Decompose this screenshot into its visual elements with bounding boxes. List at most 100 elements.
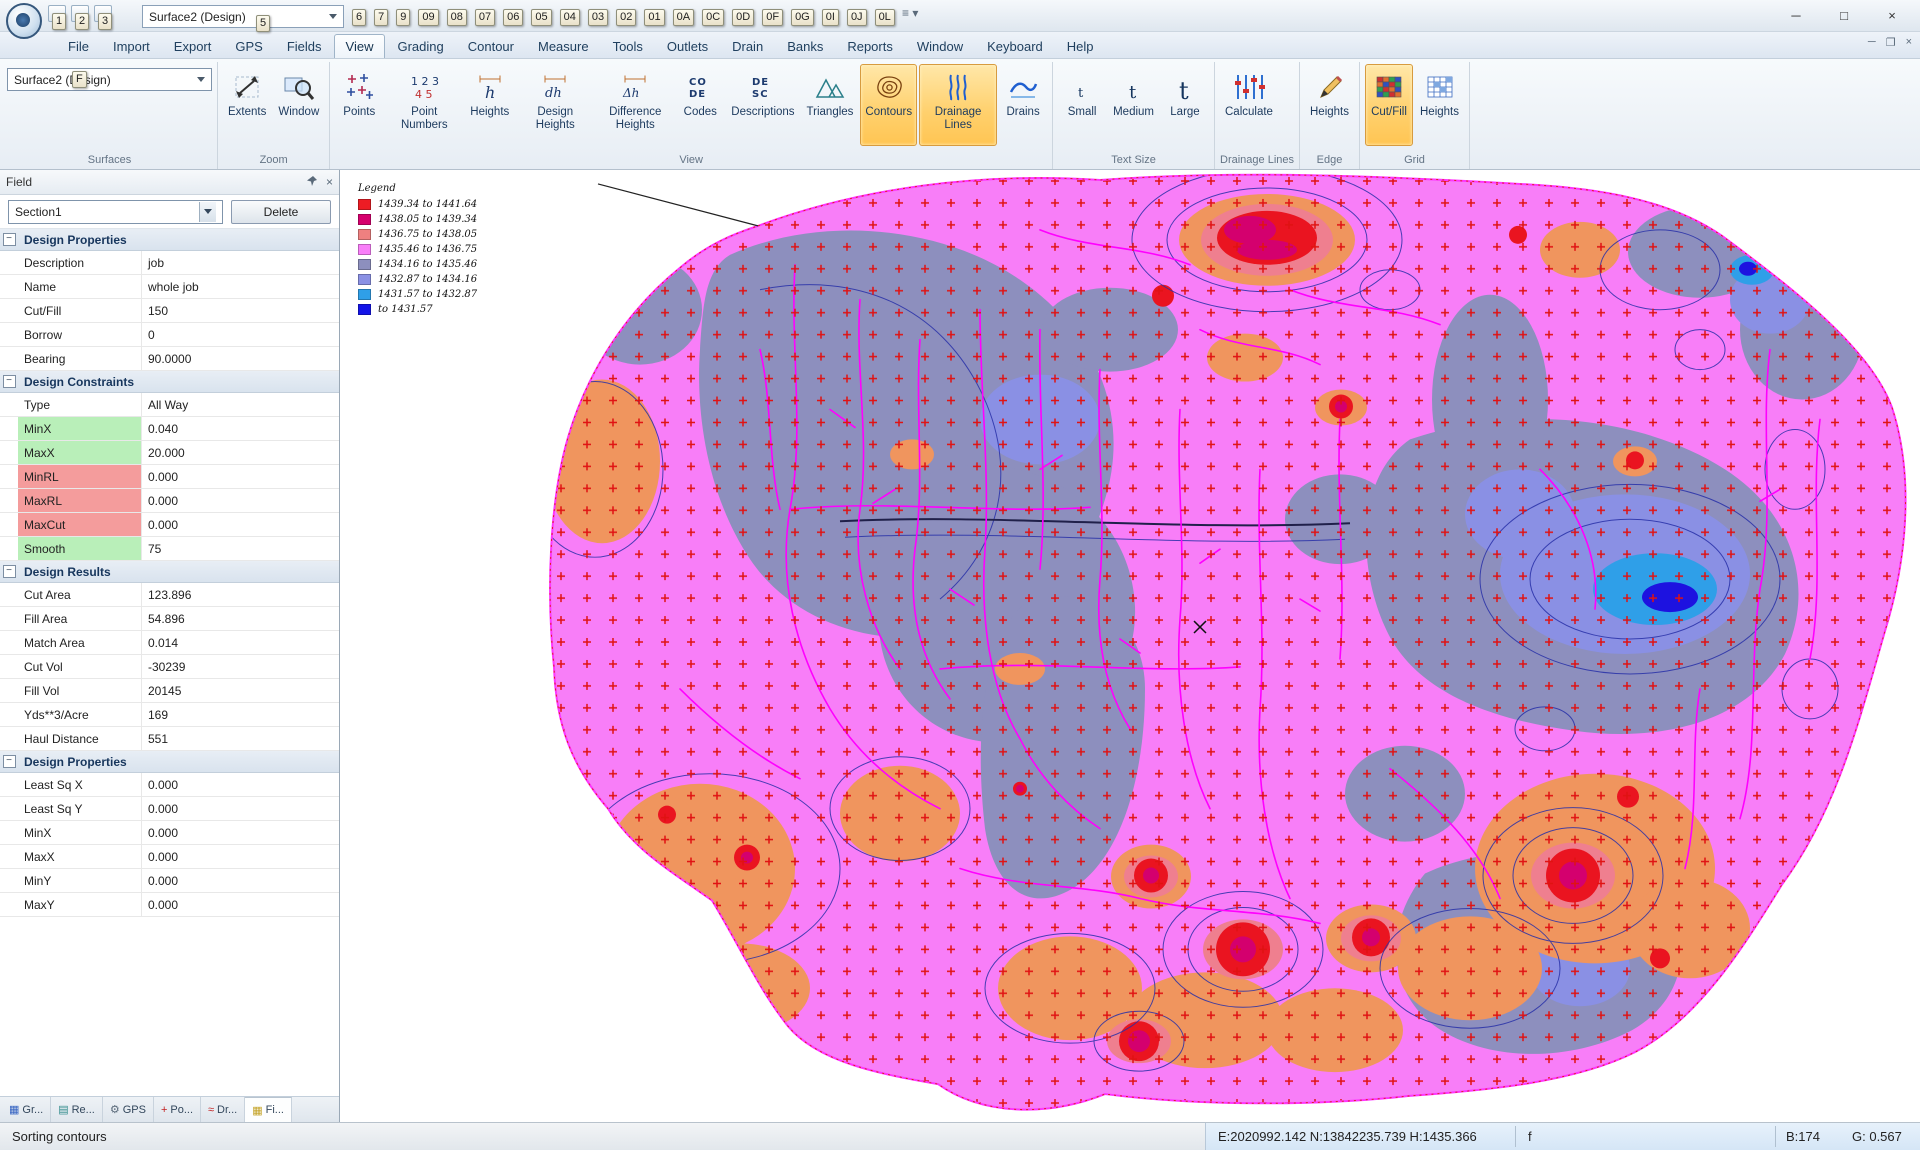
panel-tab[interactable]: ▦ Gr... <box>2 1097 52 1122</box>
menu-tab[interactable]: Contour <box>456 34 526 58</box>
property-value[interactable]: 90.0000 <box>142 352 339 366</box>
descriptions-button[interactable]: DE SC Descriptions <box>726 64 799 146</box>
menu-tab[interactable]: Window <box>905 34 975 58</box>
table-row[interactable]: Cut Area 123.896 <box>0 583 339 607</box>
table-row[interactable]: MinX 0.000 <box>0 821 339 845</box>
property-value[interactable]: job <box>142 256 339 270</box>
property-value[interactable]: 150 <box>142 304 339 318</box>
table-row[interactable]: Fill Vol 20145 <box>0 679 339 703</box>
delete-button[interactable]: Delete <box>231 199 331 224</box>
table-row[interactable]: Name whole job <box>0 275 339 299</box>
property-value[interactable]: 0.000 <box>142 874 339 888</box>
table-row[interactable]: MaxY 0.000 <box>0 893 339 917</box>
table-row[interactable]: Design Results <box>0 561 339 583</box>
menu-tab[interactable]: Tools <box>601 34 655 58</box>
menu-tab[interactable]: Keyboard <box>975 34 1055 58</box>
table-row[interactable]: Haul Distance 551 <box>0 727 339 751</box>
table-row[interactable]: Cut Vol -30239 <box>0 655 339 679</box>
window-title-box[interactable]: Surface2 (Design) <box>142 5 344 28</box>
menu-tab[interactable]: Measure <box>526 34 601 58</box>
triangles-button[interactable]: Triangles <box>802 64 859 146</box>
property-value[interactable]: 0.000 <box>142 518 339 532</box>
surface-select[interactable]: Surface2 (Design) <box>7 68 212 91</box>
table-row[interactable]: Design Properties <box>0 751 339 773</box>
property-value[interactable]: 20145 <box>142 684 339 698</box>
close-panel-icon[interactable]: × <box>326 175 333 189</box>
property-value[interactable]: 0.014 <box>142 636 339 650</box>
table-row[interactable]: MaxX 0.000 <box>0 845 339 869</box>
menu-tab[interactable]: Reports <box>835 34 905 58</box>
point-numbers-button[interactable]: 1 2 34 5 Point Numbers <box>385 64 463 146</box>
table-row[interactable]: Yds**3/Acre 169 <box>0 703 339 727</box>
menu-tab[interactable]: Outlets <box>655 34 720 58</box>
edge-heights-button[interactable]: Heights <box>1305 64 1354 146</box>
panel-tab[interactable]: + Po... <box>154 1097 201 1122</box>
property-value[interactable]: 75 <box>142 542 339 556</box>
property-value[interactable]: 169 <box>142 708 339 722</box>
menu-tab[interactable]: File <box>56 34 101 58</box>
table-row[interactable]: Smooth 75 <box>0 537 339 561</box>
calculate-button[interactable]: Calculate <box>1220 64 1278 146</box>
property-value[interactable]: 0.000 <box>142 898 339 912</box>
property-value[interactable]: 551 <box>142 732 339 746</box>
maximize-button[interactable]: □ <box>1820 0 1868 30</box>
menu-tab[interactable]: Grading <box>385 34 455 58</box>
property-value[interactable]: 0.000 <box>142 778 339 792</box>
menu-tab[interactable]: Export <box>162 34 224 58</box>
panel-tab[interactable]: ⚙ GPS <box>103 1097 154 1122</box>
table-row[interactable]: MinY 0.000 <box>0 869 339 893</box>
difference-heights-button[interactable]: Δh Difference Heights <box>596 64 674 146</box>
table-row[interactable]: MaxX 20.000 <box>0 441 339 465</box>
table-row[interactable]: Design Constraints <box>0 371 339 393</box>
close-button[interactable]: × <box>1868 0 1916 30</box>
table-row[interactable]: MinX 0.040 <box>0 417 339 441</box>
table-row[interactable]: Match Area 0.014 <box>0 631 339 655</box>
doc-minimize-button[interactable]: ─ <box>1868 36 1876 49</box>
property-value[interactable]: whole job <box>142 280 339 294</box>
property-value[interactable]: 54.896 <box>142 612 339 626</box>
table-row[interactable]: Design Properties <box>0 229 339 251</box>
panel-tab[interactable]: ▦ Fi... <box>245 1097 292 1122</box>
doc-close-button[interactable]: × <box>1906 36 1912 49</box>
property-value[interactable]: 0.040 <box>142 422 339 436</box>
section-select[interactable]: Section1 <box>8 199 223 224</box>
codes-button[interactable]: CO DE Codes <box>676 64 724 146</box>
property-value[interactable]: 20.000 <box>142 446 339 460</box>
collapse-icon[interactable] <box>0 565 18 578</box>
zoom-extents-button[interactable]: Extents <box>223 64 271 146</box>
property-value[interactable]: 123.896 <box>142 588 339 602</box>
table-row[interactable]: MaxCut 0.000 <box>0 513 339 537</box>
table-row[interactable]: Cut/Fill 150 <box>0 299 339 323</box>
points-button[interactable]: Points <box>335 64 383 146</box>
menu-tab[interactable]: Banks <box>775 34 835 58</box>
property-value[interactable]: -30239 <box>142 660 339 674</box>
field-map[interactable] <box>340 170 1920 1122</box>
text-medium-button[interactable]: t Medium <box>1108 64 1159 146</box>
text-small-button[interactable]: t Small <box>1058 64 1106 146</box>
table-row[interactable]: Type All Way <box>0 393 339 417</box>
grid-cutfill-button[interactable]: Cut/Fill <box>1365 64 1413 146</box>
minimize-button[interactable]: ─ <box>1772 0 1820 30</box>
menu-tab[interactable]: View <box>333 34 386 58</box>
drains-button[interactable]: Drains <box>999 64 1047 146</box>
zoom-window-button[interactable]: Window <box>273 64 324 146</box>
table-row[interactable]: Fill Area 54.896 <box>0 607 339 631</box>
property-value[interactable]: 0.000 <box>142 470 339 484</box>
table-row[interactable]: Bearing 90.0000 <box>0 347 339 371</box>
drainage-lines-button[interactable]: Drainage Lines <box>919 64 998 146</box>
map-viewport[interactable]: Legend 1439.34 to 1441.64 1438.05 to 143… <box>340 170 1920 1122</box>
quick-access-overflow-icon[interactable]: ≡ ▾ <box>902 6 918 20</box>
property-value[interactable]: All Way <box>142 398 339 412</box>
pin-icon[interactable] <box>306 175 318 190</box>
menu-tab[interactable]: GPS <box>223 34 274 58</box>
panel-tab[interactable]: ≈ Dr... <box>201 1097 246 1122</box>
property-value[interactable]: 0.000 <box>142 802 339 816</box>
collapse-icon[interactable] <box>0 375 18 388</box>
table-row[interactable]: Least Sq Y 0.000 <box>0 797 339 821</box>
app-button[interactable] <box>6 3 42 39</box>
contours-button[interactable]: Contours <box>860 64 918 146</box>
table-row[interactable]: Description job <box>0 251 339 275</box>
panel-tab[interactable]: ▤ Re... <box>51 1097 103 1122</box>
property-value[interactable]: 0 <box>142 328 339 342</box>
property-value[interactable]: 0.000 <box>142 494 339 508</box>
